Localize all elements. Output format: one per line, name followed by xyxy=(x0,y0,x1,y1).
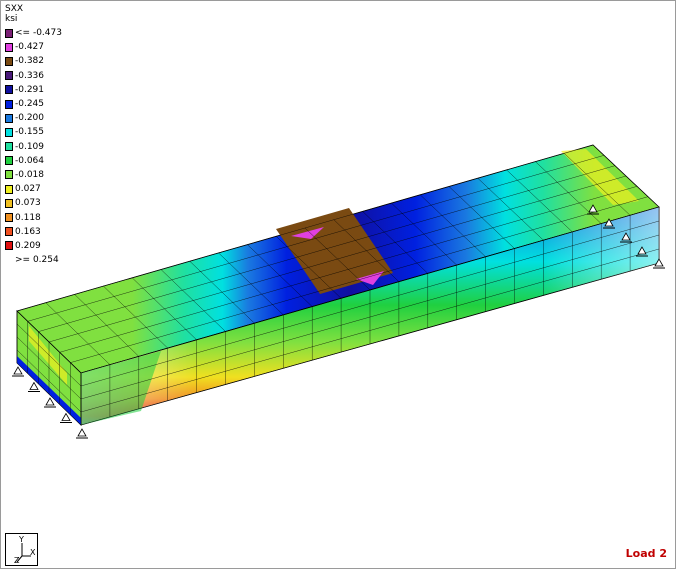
load-case-label: Load 2 xyxy=(625,547,667,560)
support-icon xyxy=(76,428,88,439)
triad-z-label: Z xyxy=(14,556,20,565)
stress-contour-model[interactable] xyxy=(1,1,675,531)
triad-y-label: Y xyxy=(19,535,24,544)
coordinate-triad: Y X Z xyxy=(5,533,38,566)
model-viewport[interactable]: SXX ksi <= -0.473 -0.427 -0.382 -0.336 -0.29… xyxy=(0,0,676,569)
triad-x-label: X xyxy=(30,548,36,557)
